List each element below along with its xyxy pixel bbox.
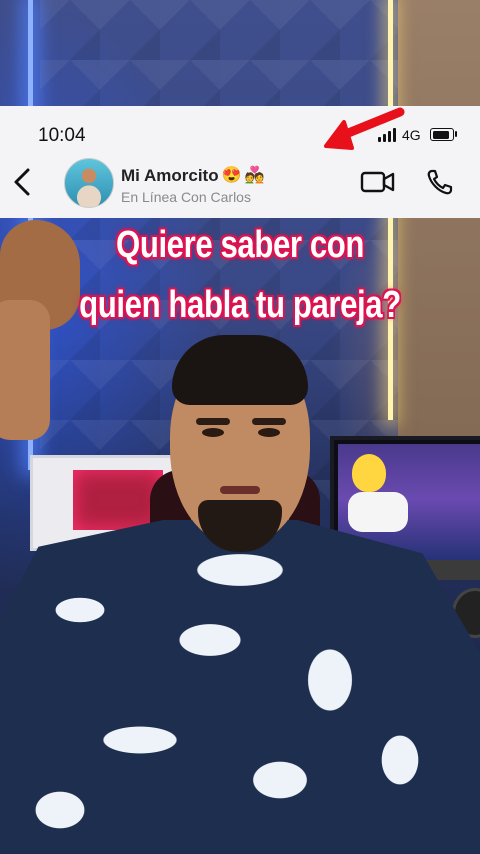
contact-name-row[interactable]: Mi Amorcito 😍 💑 <box>121 166 264 186</box>
heart-eyes-emoji: 😍 <box>221 167 242 184</box>
caption-line-2: quien habla tu pareja? <box>79 284 401 326</box>
contact-avatar[interactable] <box>64 158 114 208</box>
cartoon-character-body <box>348 492 408 532</box>
back-chevron-icon <box>14 168 30 196</box>
person-right-brow <box>252 418 286 425</box>
chat-header-overlay: 10:04 4G Mi Amorcito 😍 💑 En Línea Con Ca… <box>0 106 480 218</box>
caption-line-1: Quiere saber con <box>115 224 365 266</box>
phone-icon <box>427 169 453 195</box>
battery-cap <box>455 131 457 137</box>
person-right-eye <box>258 428 280 437</box>
back-button[interactable] <box>10 166 36 198</box>
cartoon-character-head <box>352 454 386 492</box>
voice-call-button[interactable] <box>426 168 454 196</box>
video-call-button[interactable] <box>360 170 396 194</box>
person-left-eye <box>202 428 224 437</box>
person-shirt <box>0 520 480 854</box>
video-camera-icon <box>360 171 395 193</box>
contact-name: Mi Amorcito <box>121 166 219 185</box>
battery-level <box>432 130 449 139</box>
red-arrow-icon <box>324 107 405 150</box>
person-left-brow <box>196 418 230 425</box>
person-mouth <box>220 486 260 494</box>
contact-status: En Línea Con Carlos <box>121 189 251 205</box>
battery-icon <box>430 128 454 141</box>
person-hair <box>172 335 308 405</box>
status-time: 10:04 <box>38 125 86 146</box>
couple-emoji: 💑 <box>244 167 265 184</box>
